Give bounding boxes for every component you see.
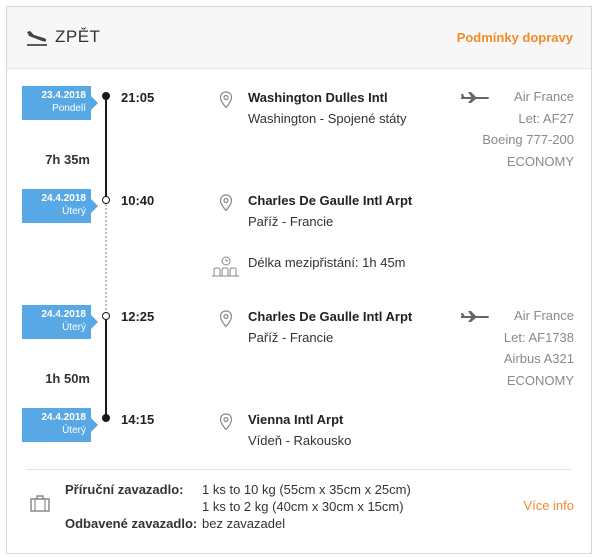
aircraft-type: Boeing 777-200 bbox=[482, 132, 574, 147]
cabin-baggage-row: Příruční zavazadlo: 1 ks to 10 kg (55cm … bbox=[0, 482, 598, 518]
aircraft-type: Airbus A321 bbox=[503, 351, 574, 366]
arrival-city: Paříž - Francie bbox=[248, 214, 334, 229]
more-info-link[interactable]: Více info bbox=[523, 498, 574, 513]
checked-baggage-row: Odbavené zavazadlo: bez zavazadel bbox=[0, 516, 598, 534]
return-header: ZPĚT Podmínky dopravy bbox=[7, 7, 591, 69]
location-pin-icon bbox=[219, 310, 233, 328]
departure-airport: Charles De Gaulle Intl Arpt bbox=[248, 309, 413, 324]
departure-time: 12:25 bbox=[121, 309, 155, 324]
date-badge: 23.4.2018 Pondelí bbox=[22, 86, 98, 120]
timeline-dot bbox=[102, 312, 110, 320]
date-badge: 24.4.2018 Úterý bbox=[22, 189, 98, 223]
page-title: ZPĚT bbox=[55, 27, 101, 46]
waiting-room-icon bbox=[212, 256, 239, 277]
arrival-airport: Vienna Intl Arpt bbox=[248, 412, 344, 427]
arrival-time: 10:40 bbox=[121, 193, 155, 208]
timeline-segment-1 bbox=[105, 96, 107, 200]
flight-info: Air France Let: AF27 Boeing 777-200 ECON… bbox=[404, 86, 574, 172]
layover-duration: Délka mezipřistání: 1h 45m bbox=[248, 255, 406, 270]
plane-landing-icon bbox=[27, 31, 47, 46]
flight-info: Air France Let: AF1738 Airbus A321 ECONO… bbox=[404, 305, 574, 391]
flight-number: Let: AF1738 bbox=[503, 329, 574, 345]
flight-number: Let: AF27 bbox=[518, 110, 574, 126]
timeline-layover bbox=[105, 204, 107, 314]
date-badge: 24.4.2018 Úterý bbox=[22, 408, 98, 442]
timeline-dot bbox=[102, 92, 110, 100]
departure-airport: Washington Dulles Intl bbox=[248, 90, 388, 105]
arrival-time: 14:15 bbox=[121, 412, 155, 427]
cabin-baggage-value: 1 ks to 2 kg (40cm x 30cm x 15cm) bbox=[202, 499, 404, 514]
timeline-dot bbox=[102, 196, 110, 204]
airline-name: Air France bbox=[514, 308, 574, 323]
airplane-icon bbox=[461, 92, 489, 103]
departure-time: 21:05 bbox=[121, 90, 155, 105]
arrival-city: Vídeň - Rakousko bbox=[248, 433, 352, 448]
conditions-link[interactable]: Podmínky dopravy bbox=[457, 30, 573, 45]
flight-duration: 1h 50m bbox=[45, 371, 90, 386]
cabin-baggage-label: Příruční zavazadlo: bbox=[65, 482, 184, 497]
departure-city: Washington - Spojené státy bbox=[248, 111, 407, 126]
date-badge: 24.4.2018 Úterý bbox=[22, 305, 98, 339]
cabin-class: ECONOMY bbox=[506, 153, 574, 169]
timeline-dot bbox=[102, 414, 110, 422]
flight-duration: 7h 35m bbox=[45, 152, 90, 167]
location-pin-icon bbox=[219, 91, 233, 109]
location-pin-icon bbox=[219, 413, 233, 431]
divider bbox=[26, 469, 572, 470]
airplane-icon bbox=[461, 311, 489, 322]
cabin-baggage-value: 1 ks to 10 kg (55cm x 35cm x 25cm) bbox=[202, 482, 411, 497]
checked-baggage-label: Odbavené zavazadlo: bbox=[65, 516, 198, 531]
location-pin-icon bbox=[219, 194, 233, 212]
arrival-airport: Charles De Gaulle Intl Arpt bbox=[248, 193, 413, 208]
checked-baggage-value: bez zavazadel bbox=[202, 516, 286, 531]
timeline-segment-2 bbox=[105, 316, 107, 418]
cabin-class: ECONOMY bbox=[506, 372, 574, 388]
airline-name: Air France bbox=[514, 89, 574, 104]
departure-city: Paříž - Francie bbox=[248, 330, 334, 345]
